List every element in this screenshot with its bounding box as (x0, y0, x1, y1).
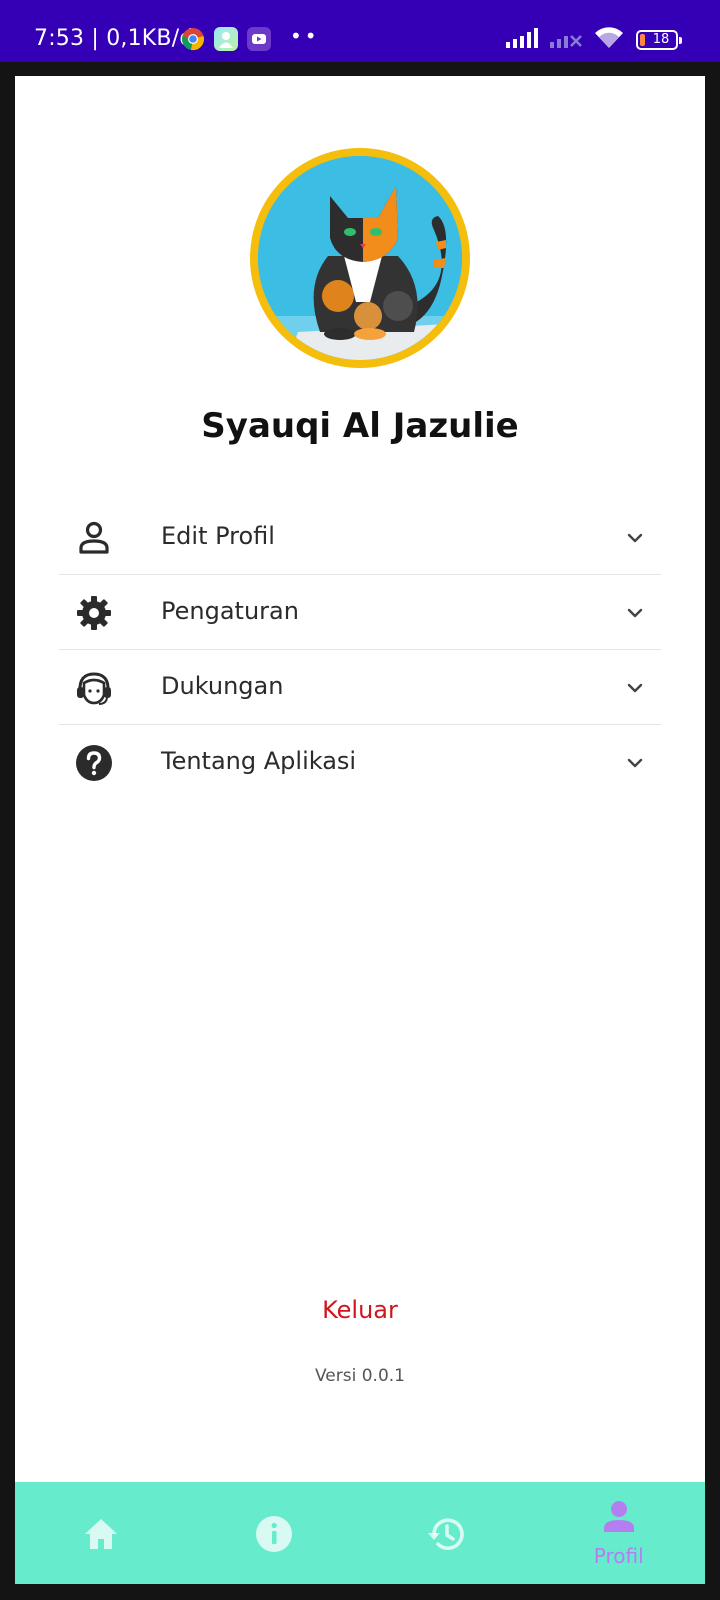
profile-icon (600, 1498, 638, 1536)
status-time: 7:53 | 0,1KB/d (34, 26, 194, 51)
profile-name: Syauqi Al Jazulie (201, 406, 519, 446)
profile-screen: Syauqi Al Jazulie Edit Profil Pengaturan… (15, 76, 705, 1584)
history-icon (426, 1514, 466, 1554)
menu-item-pengaturan[interactable]: Pengaturan (59, 575, 661, 650)
chevron-down-icon (625, 678, 645, 698)
profile-menu: Edit Profil Pengaturan Dukungan Tentang … (59, 500, 661, 800)
info-icon (254, 1514, 294, 1554)
nav-item-label: Profil (593, 1544, 644, 1568)
menu-item-dukungan[interactable]: Dukungan (59, 650, 661, 725)
home-icon (81, 1514, 121, 1554)
chevron-down-icon (625, 528, 645, 548)
headset-icon (75, 669, 113, 707)
menu-item-tentang-aplikasi[interactable]: Tentang Aplikasi (59, 725, 661, 800)
help-icon (75, 744, 113, 782)
signal-no-service-icon (550, 28, 582, 52)
menu-item-label: Pengaturan (161, 597, 299, 625)
signal-icon (506, 28, 538, 52)
nav-item-info[interactable] (188, 1482, 361, 1584)
bottom-navigation: Profil (15, 1482, 705, 1584)
photo-app-icon (214, 27, 238, 51)
person-icon (75, 519, 113, 557)
menu-item-label: Dukungan (161, 672, 284, 700)
chevron-down-icon (625, 753, 645, 773)
chevron-down-icon (625, 603, 645, 623)
youtube-icon (247, 27, 271, 51)
menu-item-edit-profil[interactable]: Edit Profil (59, 500, 661, 575)
logout-button[interactable]: Keluar (15, 1296, 705, 1324)
wifi-icon (594, 27, 624, 53)
status-indicators: 18 (506, 27, 682, 53)
nav-item-profil[interactable]: Profil (533, 1482, 706, 1584)
gear-icon (75, 594, 113, 632)
avatar[interactable] (250, 148, 470, 368)
cat-avatar-icon (258, 156, 462, 360)
menu-item-label: Edit Profil (161, 522, 275, 550)
notification-dots: •• (290, 24, 320, 48)
nav-item-home[interactable] (15, 1482, 188, 1584)
battery-icon: 18 (636, 30, 682, 50)
version-text: Versi 0.0.1 (315, 1366, 405, 1386)
nav-item-history[interactable] (360, 1482, 533, 1584)
chrome-icon (181, 27, 205, 51)
menu-item-label: Tentang Aplikasi (161, 747, 357, 775)
status-bar: 7:53 | 0,1KB/d •• 18 (0, 0, 720, 62)
battery-level: 18 (652, 32, 670, 47)
